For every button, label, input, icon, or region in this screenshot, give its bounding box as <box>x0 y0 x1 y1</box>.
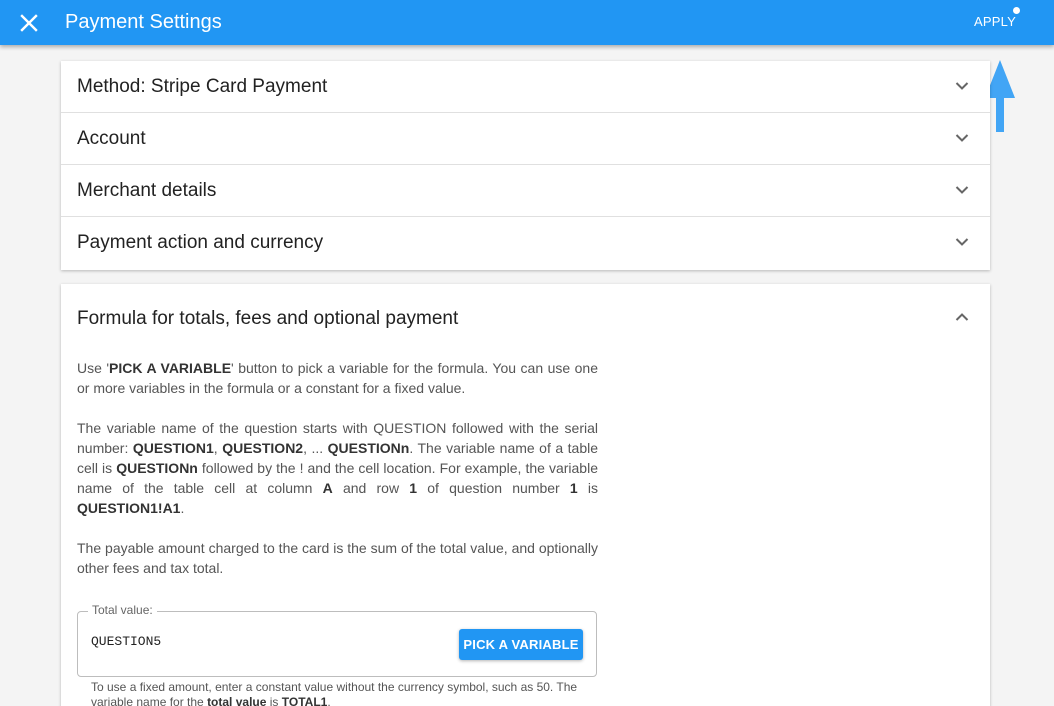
panel-title: Payment action and currency <box>77 232 324 253</box>
chevron-down-icon <box>955 238 969 246</box>
total-value-field: Total value: PICK A VARIABLE <box>77 603 597 677</box>
chevron-down-icon <box>955 186 969 194</box>
panel-account[interactable]: Account <box>61 113 990 165</box>
close-icon[interactable] <box>16 10 42 36</box>
chevron-down-icon <box>955 134 969 142</box>
variable-naming-text: The variable name of the question starts… <box>77 420 599 516</box>
panel-title: Method: Stripe Card Payment <box>77 76 328 97</box>
total-value-helper-text: To use a fixed amount, enter a constant … <box>91 680 578 706</box>
panel-title: Merchant details <box>77 180 217 201</box>
payable-amount-text: The payable amount charged to the card i… <box>77 540 598 576</box>
page-title: Payment Settings <box>65 11 222 33</box>
panel-merchant-details[interactable]: Merchant details <box>61 165 990 217</box>
apply-button[interactable]: APPLY <box>974 14 1016 29</box>
total-value-input[interactable] <box>91 634 451 649</box>
panel-formula-header[interactable]: Formula for totals, fees and optional pa… <box>61 284 990 354</box>
chevron-up-icon <box>955 313 969 321</box>
pick-variable-button[interactable]: PICK A VARIABLE <box>459 629 583 660</box>
total-value-label: Total value: <box>88 603 157 617</box>
formula-intro: Use 'PICK A VARIABLE' button to pick a v… <box>77 360 598 396</box>
panel-title: Account <box>77 128 146 149</box>
settings-panels: Method: Stripe Card Payment Account Merc… <box>61 61 990 270</box>
notification-dot <box>1013 7 1020 14</box>
chevron-down-icon <box>955 82 969 90</box>
panel-payment-action[interactable]: Payment action and currency <box>61 217 990 270</box>
panel-title: Formula for totals, fees and optional pa… <box>77 308 459 329</box>
panel-method[interactable]: Method: Stripe Card Payment <box>61 61 990 113</box>
app-bar: Payment Settings APPLY <box>0 0 1054 45</box>
panel-formula: Formula for totals, fees and optional pa… <box>61 284 990 706</box>
